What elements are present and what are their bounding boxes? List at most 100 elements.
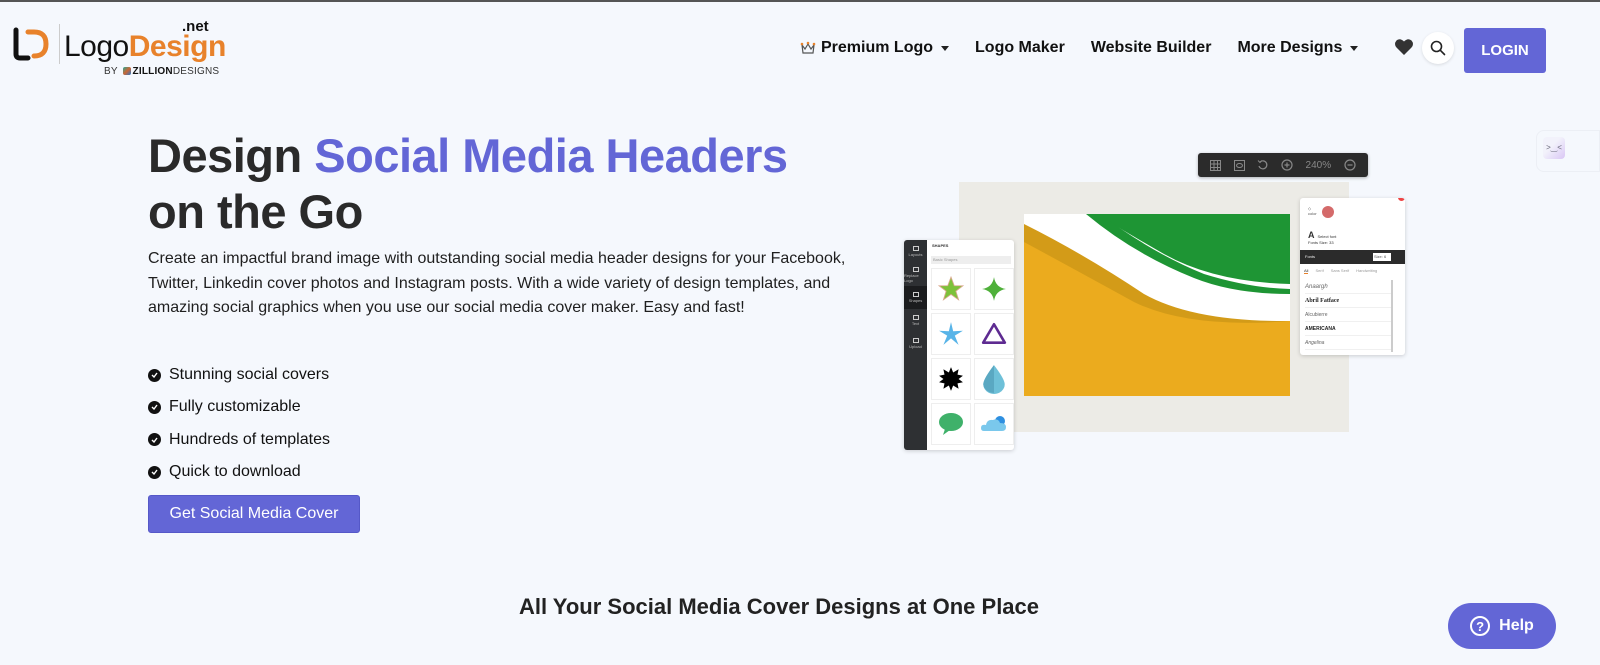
search-icon	[1430, 40, 1446, 56]
shape-blue-star[interactable]	[931, 313, 971, 355]
feature-label: Fully customizable	[169, 398, 301, 416]
zillion-icon	[122, 67, 131, 76]
close-icon[interactable]	[1398, 198, 1405, 201]
zoom-in-icon[interactable]	[1281, 159, 1293, 171]
shape-purple-triangle[interactable]	[974, 313, 1014, 355]
shape-green-star[interactable]	[931, 268, 971, 310]
question-circle-icon: ?	[1470, 616, 1491, 636]
font-option[interactable]: Angelina	[1305, 336, 1393, 350]
logo-mark-icon	[13, 27, 49, 61]
search-button[interactable]	[1422, 32, 1454, 64]
rail-label: Text	[911, 321, 920, 326]
shape-green-sparkle[interactable]	[974, 268, 1014, 310]
font-icon: A	[1308, 230, 1315, 240]
shapes-dropdown[interactable]: Basic Shapes	[931, 256, 1011, 264]
editor-side-rail: Layouts Replace Logo Shapes Text Upload	[904, 240, 927, 450]
feature-item: Hundreds of templates	[148, 424, 330, 456]
rail-shapes[interactable]: Shapes	[904, 286, 927, 309]
paint-bucket-icon[interactable]: ◇ color	[1308, 206, 1317, 216]
upload-icon	[912, 338, 919, 343]
zoom-level: 240%	[1305, 159, 1332, 171]
logo-byline: BY ZILLIONDESIGNS	[104, 66, 219, 77]
check-circle-icon	[148, 368, 161, 382]
font-tab-all[interactable]: All	[1304, 268, 1309, 274]
nav-label: Logo Maker	[975, 39, 1065, 56]
size-select[interactable]: Size: 6	[1373, 253, 1391, 261]
properties-panel: ◇ color A Select font Fonts Size: 33 Fonts …	[1300, 198, 1405, 355]
nav-website-builder[interactable]: Website Builder	[1091, 39, 1212, 57]
shape-blue-cloud[interactable]	[974, 403, 1014, 445]
font-list-scrollbar[interactable]	[1391, 280, 1393, 352]
nav-premium-logo[interactable]: Premium Logo	[800, 39, 950, 57]
fonts-title: Fonts	[1305, 254, 1316, 259]
nav-label: Premium Logo	[821, 39, 934, 56]
site-logo[interactable]: LogoDesign .net BY ZILLIONDESIGNS	[12, 18, 226, 82]
feature-label: Hundreds of templates	[169, 430, 330, 448]
side-feedback-tab[interactable]: >‿<	[1536, 130, 1600, 172]
get-social-media-cover-button[interactable]: Get Social Media Cover	[148, 495, 360, 533]
replace-logo-icon	[912, 266, 919, 272]
zoom-out-icon[interactable]	[1344, 159, 1356, 171]
chevron-down-icon	[941, 45, 950, 51]
color-label: color	[1308, 211, 1317, 216]
rail-label: Shapes	[908, 298, 923, 303]
cover-design-preview	[1024, 214, 1290, 396]
emoji-face-icon: >‿<	[1543, 137, 1565, 159]
rail-replace-logo[interactable]: Replace Logo	[904, 263, 927, 286]
shape-green-speech-bubble[interactable]	[931, 403, 971, 445]
shapes-panel: Layouts Replace Logo Shapes Text Upload …	[904, 240, 1014, 450]
editor-toolbar: 240%	[1198, 153, 1368, 177]
shape-black-burst[interactable]	[931, 358, 971, 400]
help-label: Help	[1499, 617, 1534, 634]
feature-label: Stunning social covers	[169, 366, 330, 384]
font-option[interactable]: Abril Fatface	[1305, 294, 1393, 308]
nav-label: Website Builder	[1090, 39, 1212, 56]
hero-description: Create an impactful brand image with out…	[148, 250, 846, 316]
shape-blue-drop[interactable]	[974, 358, 1014, 400]
heart-icon[interactable]	[1394, 38, 1414, 56]
main-nav: Premium Logo Logo Maker Website Builder …	[800, 32, 1384, 64]
font-tabs: All Serif Sans Serif Handwriting	[1304, 268, 1377, 274]
feature-list: Stunning social covers Fully customizabl…	[148, 359, 330, 488]
logo-net: .net	[182, 18, 209, 35]
feature-item: Stunning social covers	[148, 359, 330, 391]
byline-prefix: BY	[104, 66, 118, 77]
shape-grid	[931, 268, 1014, 445]
font-tab-sans-serif[interactable]: Sans Serif	[1331, 268, 1349, 274]
nav-label: More Designs	[1237, 39, 1343, 56]
help-button[interactable]: ? Help	[1448, 603, 1556, 649]
font-option[interactable]: Alcubierre	[1305, 308, 1393, 322]
hero-title: Design Social Media Headers on the Go	[148, 128, 788, 240]
font-tab-serif[interactable]: Serif	[1315, 268, 1323, 274]
check-circle-icon	[148, 400, 161, 414]
check-circle-icon	[148, 433, 161, 447]
nav-more-designs[interactable]: More Designs	[1237, 39, 1359, 57]
grid-icon[interactable]	[1210, 159, 1222, 171]
logo-divider	[59, 24, 60, 64]
fonts-header: Fonts Size: 6	[1300, 250, 1405, 264]
font-list: Anaargh Abril Fatface Alcubierre AMERICA…	[1305, 280, 1393, 350]
login-button[interactable]: LOGIN	[1464, 28, 1546, 73]
hero-title-line2: on the Go	[148, 185, 363, 238]
font-option[interactable]: AMERICANA	[1305, 322, 1393, 336]
logo-word-logo: Logo	[64, 30, 129, 63]
preview-icon[interactable]	[1233, 159, 1245, 171]
logo-wordmark: LogoDesign	[64, 30, 226, 64]
layouts-icon	[912, 246, 919, 251]
feature-item: Quick to download	[148, 456, 330, 488]
font-tab-handwriting[interactable]: Handwriting	[1356, 268, 1377, 274]
rail-layouts[interactable]: Layouts	[904, 240, 927, 263]
font-selector[interactable]: A Select font Fonts Size: 33	[1308, 230, 1336, 245]
rail-text[interactable]: Text	[904, 309, 927, 332]
text-icon	[912, 315, 919, 320]
rail-upload[interactable]: Upload	[904, 332, 927, 355]
nav-logo-maker[interactable]: Logo Maker	[975, 39, 1065, 57]
undo-icon[interactable]	[1257, 159, 1268, 171]
font-option[interactable]: Anaargh	[1305, 280, 1393, 294]
section-title: All Your Social Media Cover Designs at O…	[518, 594, 1040, 619]
shapes-title: SHAPES	[932, 243, 949, 248]
color-swatch[interactable]	[1322, 206, 1334, 218]
hero-title-accent: Social Media Headers	[314, 129, 788, 182]
feature-label: Quick to download	[169, 463, 301, 481]
byline-brand-bold: ZILLION	[132, 66, 173, 77]
